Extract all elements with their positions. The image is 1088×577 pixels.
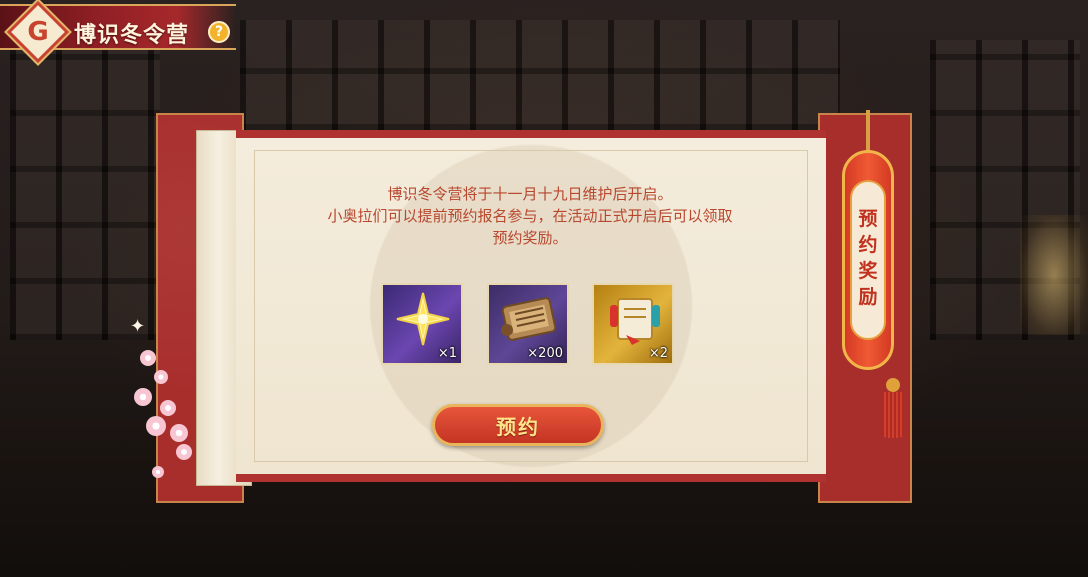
- reward-item-star[interactable]: ×1: [381, 283, 463, 365]
- reward-list: ×1 ×200 ×2: [381, 283, 677, 365]
- blossom-icon: [154, 370, 168, 384]
- lantern-glow: [1020, 215, 1088, 335]
- tag-char-3: 奖: [858, 260, 878, 282]
- tag-char-4: 励: [858, 286, 878, 308]
- intro-line-3: 预约奖励。: [492, 229, 568, 247]
- tassel-fringe: [882, 392, 904, 438]
- reward-count: ×200: [527, 346, 563, 361]
- intro-text: 博识冬令营将于十一月十九日维护后开启。 小奥拉们可以提前预约报名参与，在活动正式…: [260, 183, 800, 249]
- intro-line-1: 博识冬令营将于十一月十九日维护后开启。: [387, 185, 673, 203]
- tag-char-1: 预: [858, 208, 878, 230]
- tag-char-2: 约: [858, 234, 878, 256]
- blossom-icon: [146, 416, 166, 436]
- tag-rope: [866, 110, 870, 154]
- shoji-screen-left: [10, 40, 160, 340]
- reward-count: ×2: [648, 346, 668, 361]
- title-banner: G 博识冬令营 ?: [0, 0, 236, 64]
- page-title: 博识冬令营: [74, 23, 190, 48]
- scroll-icon: [499, 291, 559, 347]
- blossom-icon: [160, 400, 176, 416]
- reward-item-scroll[interactable]: ×200: [487, 283, 569, 365]
- reward-item-potion-scroll[interactable]: ×2: [592, 283, 674, 365]
- logo-icon: G: [27, 17, 49, 47]
- help-icon[interactable]: ?: [208, 21, 230, 43]
- blossom-icon: [134, 388, 152, 406]
- blossom-icon: [176, 444, 192, 460]
- blossom-icon: [140, 350, 156, 366]
- butterfly-icon: ✦: [130, 316, 146, 337]
- blossom-icon: [152, 466, 164, 478]
- tassel-knot: [886, 378, 900, 392]
- reservation-reward-tag[interactable]: 预 约 奖 励: [842, 110, 894, 394]
- potion-scroll-icon: [604, 291, 664, 347]
- shoji-screen-center: [240, 20, 840, 130]
- tassel-icon: [878, 378, 908, 440]
- purple-star-icon: [393, 291, 453, 347]
- tag-label: 预 约 奖 励: [850, 206, 886, 310]
- intro-line-2: 小奥拉们可以提前预约报名参与，在活动正式开启后可以领取: [327, 207, 733, 225]
- blossom-icon: [170, 424, 188, 442]
- reserve-button[interactable]: 预约: [432, 404, 604, 446]
- reward-count: ×1: [437, 346, 457, 361]
